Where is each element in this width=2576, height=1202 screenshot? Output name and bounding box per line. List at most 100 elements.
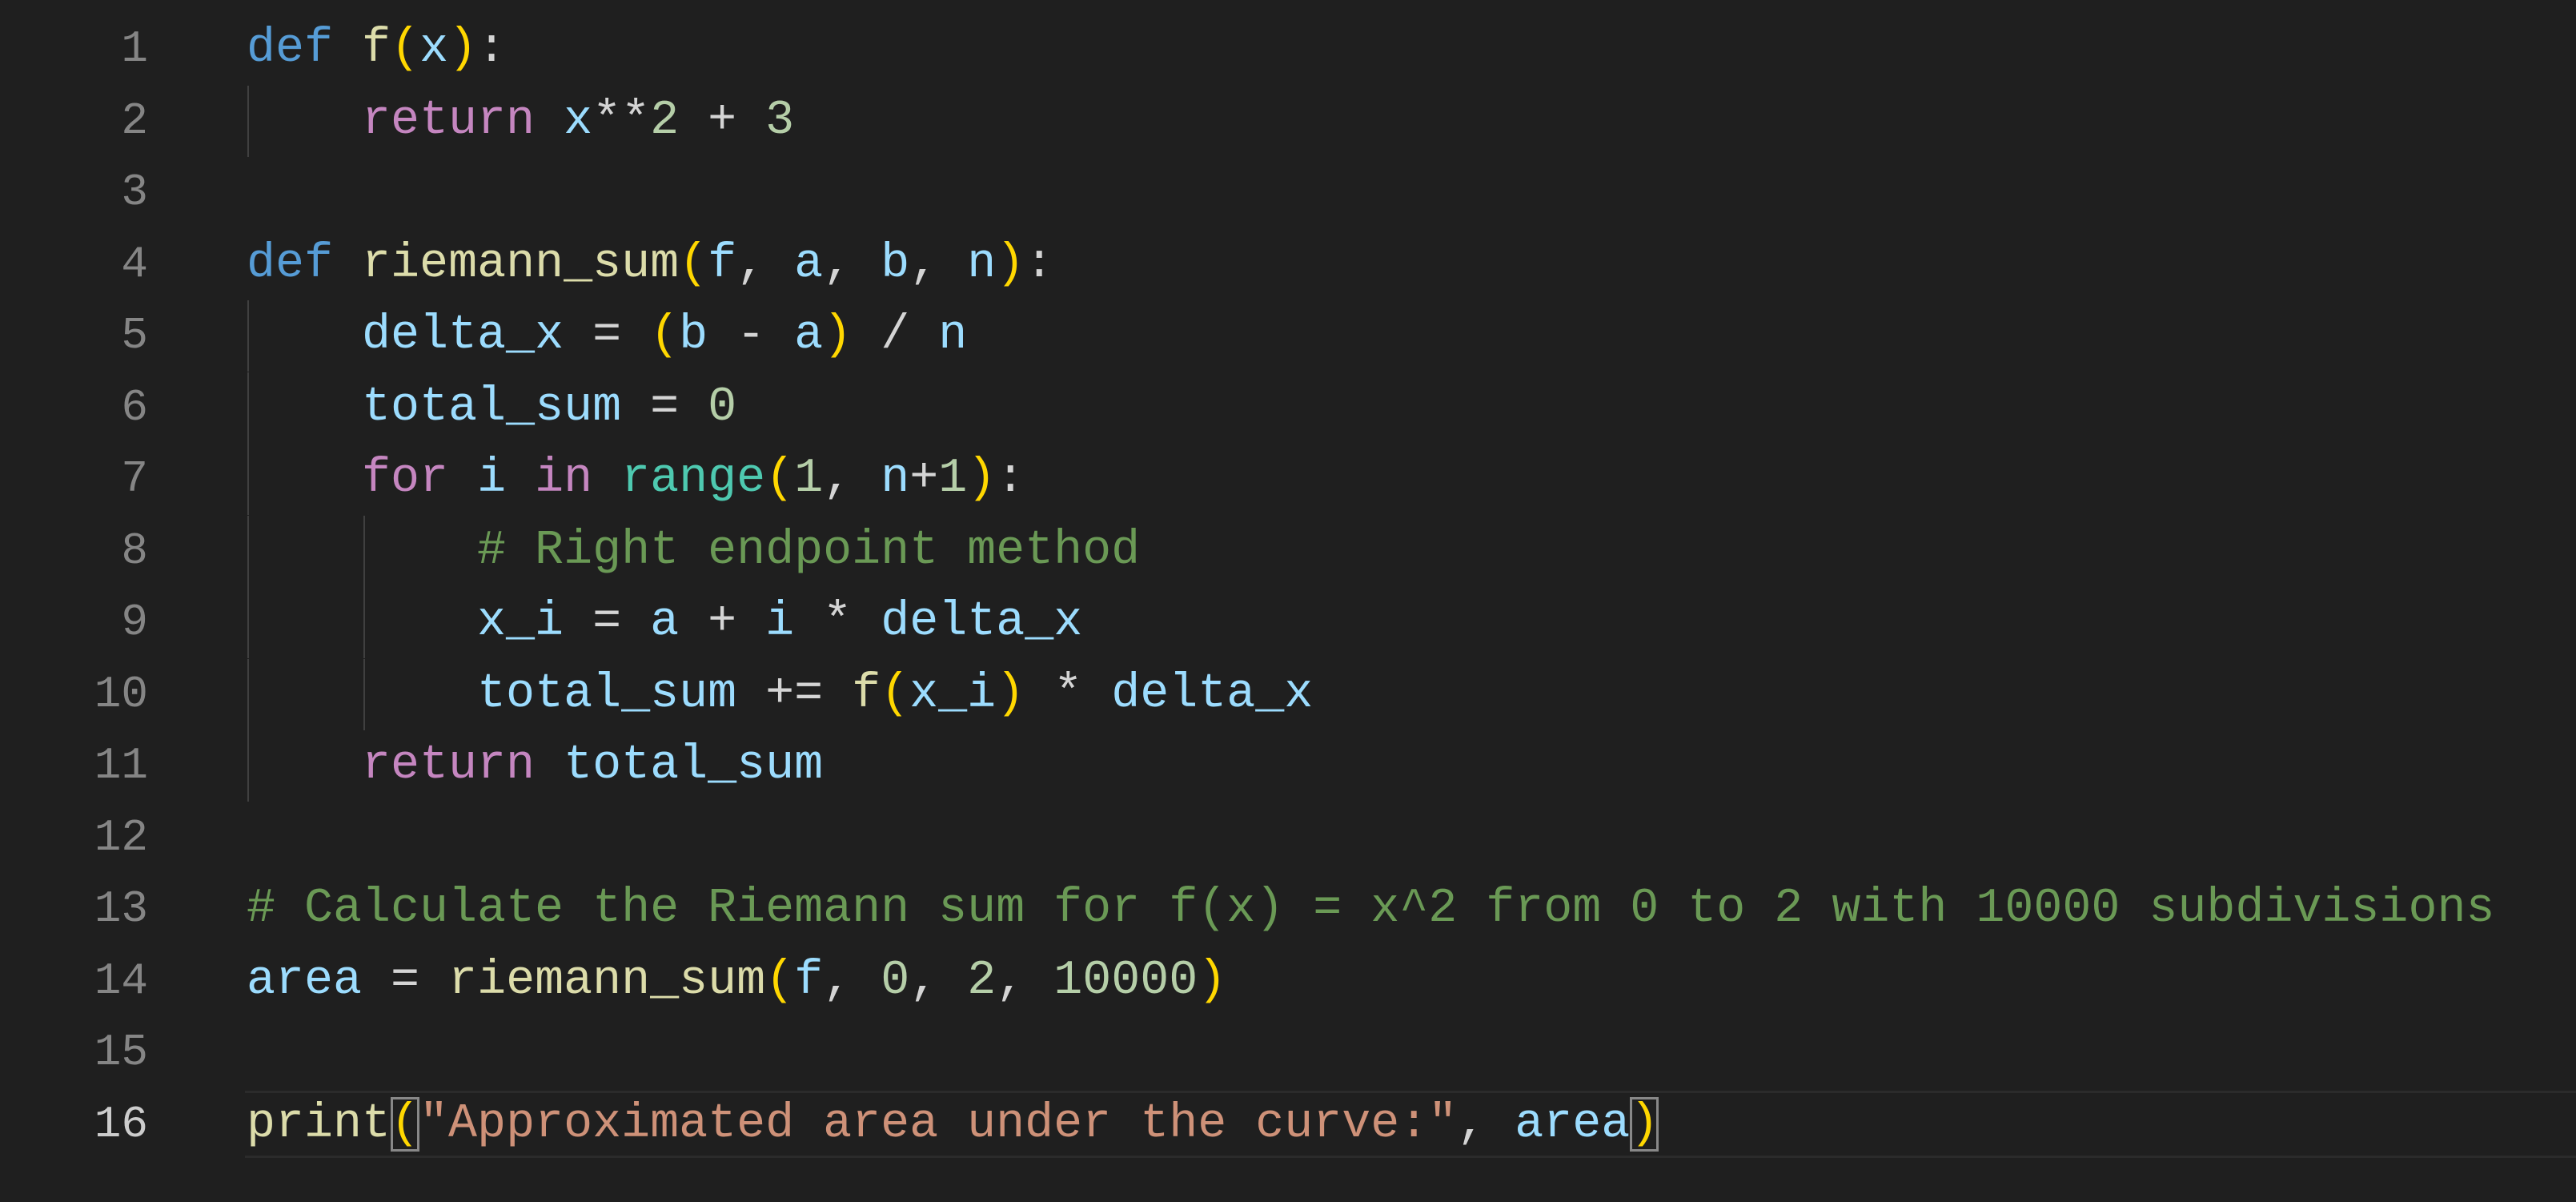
code-text[interactable]: area = riemann_sum(f, 0, 2, 10000) [247, 946, 1226, 1017]
line-number: 3 [121, 167, 148, 218]
number-token: 1 [938, 452, 968, 506]
operator-token [247, 380, 362, 435]
code-text[interactable]: print("Approximated area under the curve… [247, 1089, 1659, 1160]
variable-token: total_sum [477, 666, 737, 722]
variable-token: x_i [909, 666, 997, 722]
code-line-6[interactable]: 6 total_sum = 0 [0, 372, 2576, 444]
operator-token: = [362, 953, 449, 1008]
code-text[interactable]: # Right endpoint method [247, 516, 1140, 587]
line-number: 15 [94, 1027, 148, 1078]
code-text[interactable]: def f(x): [247, 14, 506, 85]
code-text[interactable]: total_sum += f(x_i) * delta_x [247, 659, 1313, 730]
bracket-token: ( [650, 308, 680, 363]
code-line-9[interactable]: 9 x_i = a + i * delta_x [0, 587, 2576, 658]
variable-token: n [938, 308, 968, 363]
operator-token: += [736, 666, 853, 722]
line-number: 12 [94, 811, 148, 863]
control-keyword-token: in [535, 452, 593, 506]
bracket-token: ) [448, 22, 478, 76]
code-line-13[interactable]: 13 # Calculate the Riemann sum for f(x) =… [0, 874, 2576, 945]
line-number: 14 [94, 955, 148, 1007]
code-text[interactable]: x_i = a + i * delta_x [247, 587, 1082, 658]
code-line-8[interactable]: 8 # Right endpoint method [0, 515, 2576, 587]
bracket-token: ) [823, 308, 853, 363]
operator-token [247, 524, 477, 578]
code-text[interactable]: for i in range(1, n+1): [247, 444, 1025, 515]
variable-token: f [708, 236, 737, 291]
variable-token: i [477, 452, 507, 506]
operator-token [333, 237, 362, 291]
function-name-token: print [247, 1096, 391, 1152]
code-line-15[interactable]: 15 [0, 1017, 2576, 1088]
variable-token: n [881, 452, 910, 506]
number-token: 2 [967, 953, 997, 1008]
operator-token: + [679, 93, 766, 148]
operator-token: - [708, 308, 795, 363]
variable-token: area [247, 953, 363, 1008]
variable-token: n [967, 236, 997, 291]
code-text[interactable]: return x**2 + 3 [247, 86, 794, 157]
line-number: 6 [121, 381, 148, 433]
code-line-7[interactable]: 7 for i in range(1, n+1): [0, 444, 2576, 515]
line-number: 2 [121, 94, 148, 147]
operator-token [448, 452, 477, 506]
code-line-1[interactable]: 1 def f(x): [0, 14, 2576, 85]
number-token: 0 [881, 953, 910, 1008]
control-keyword-token: return [362, 93, 536, 148]
operator-token [506, 452, 535, 506]
bracket-token: ) [1630, 1096, 1659, 1152]
operator-token: / [852, 308, 939, 363]
operator-token [535, 94, 564, 148]
code-line-14[interactable]: 14 area = riemann_sum(f, 0, 2, 10000) [0, 946, 2576, 1017]
operator-token: , [823, 953, 881, 1008]
variable-token: b [679, 308, 708, 363]
code-text[interactable]: def riemann_sum(f, a, b, n): [247, 229, 1053, 300]
operator-token: + [679, 595, 766, 649]
function-name-token: riemann_sum [448, 953, 766, 1008]
code-text[interactable]: total_sum = 0 [247, 372, 736, 444]
variable-token: x_i [477, 595, 564, 649]
control-keyword-token: for [362, 452, 449, 506]
code-editor[interactable]: 1 def f(x): 2 return x**2 + 3 3 4 def riemann… [0, 0, 2576, 1202]
operator-token: * [1025, 666, 1112, 722]
code-line-11[interactable]: 11 return total_sum [0, 730, 2576, 802]
operator-token [592, 452, 621, 506]
number-token: 3 [765, 93, 795, 148]
operator-token: = [621, 380, 708, 435]
operator-token: , [1457, 1096, 1515, 1152]
function-name-token: f [852, 666, 881, 722]
code-text[interactable]: # Calculate the Riemann sum for f(x) = x… [247, 874, 2494, 945]
variable-token: a [794, 308, 824, 363]
code-line-10[interactable]: 10 total_sum += f(x_i) * delta_x [0, 658, 2576, 730]
operator-token: ** [592, 93, 651, 148]
line-number: 9 [121, 597, 148, 648]
bracket-token: ( [391, 1096, 420, 1152]
operator-token: : [1025, 236, 1054, 291]
code-line-16[interactable]: 16 print("Approximated area under the cur… [0, 1089, 2576, 1160]
variable-token: a [794, 236, 824, 291]
operator-token [247, 738, 362, 793]
code-line-4[interactable]: 4 def riemann_sum(f, a, b, n): [0, 229, 2576, 300]
bracket-token: ( [765, 953, 795, 1008]
code-text[interactable]: delta_x = (b - a) / n [247, 300, 967, 372]
operator-token: , [909, 953, 968, 1008]
keyword-token: def [247, 22, 334, 76]
builtin-token: range [621, 452, 766, 506]
operator-token [535, 738, 564, 793]
comment-token: # Calculate the Riemann sum for f(x) = x… [247, 882, 2495, 936]
code-line-3[interactable]: 3 [0, 157, 2576, 228]
line-number: 10 [94, 668, 148, 720]
control-keyword-token: return [362, 738, 536, 793]
line-number: 11 [94, 740, 148, 791]
code-line-5[interactable]: 5 delta_x = (b - a) / n [0, 300, 2576, 372]
operator-token [247, 308, 362, 363]
code-text[interactable]: return total_sum [247, 730, 823, 802]
variable-token: total_sum [564, 738, 824, 793]
code-line-2[interactable]: 2 return x**2 + 3 [0, 85, 2576, 157]
operator-token: , [823, 236, 881, 291]
line-number: 4 [121, 238, 148, 290]
number-token: 2 [650, 93, 680, 148]
operator-token [247, 595, 477, 649]
operator-token [247, 94, 362, 148]
code-line-12[interactable]: 12 [0, 802, 2576, 874]
